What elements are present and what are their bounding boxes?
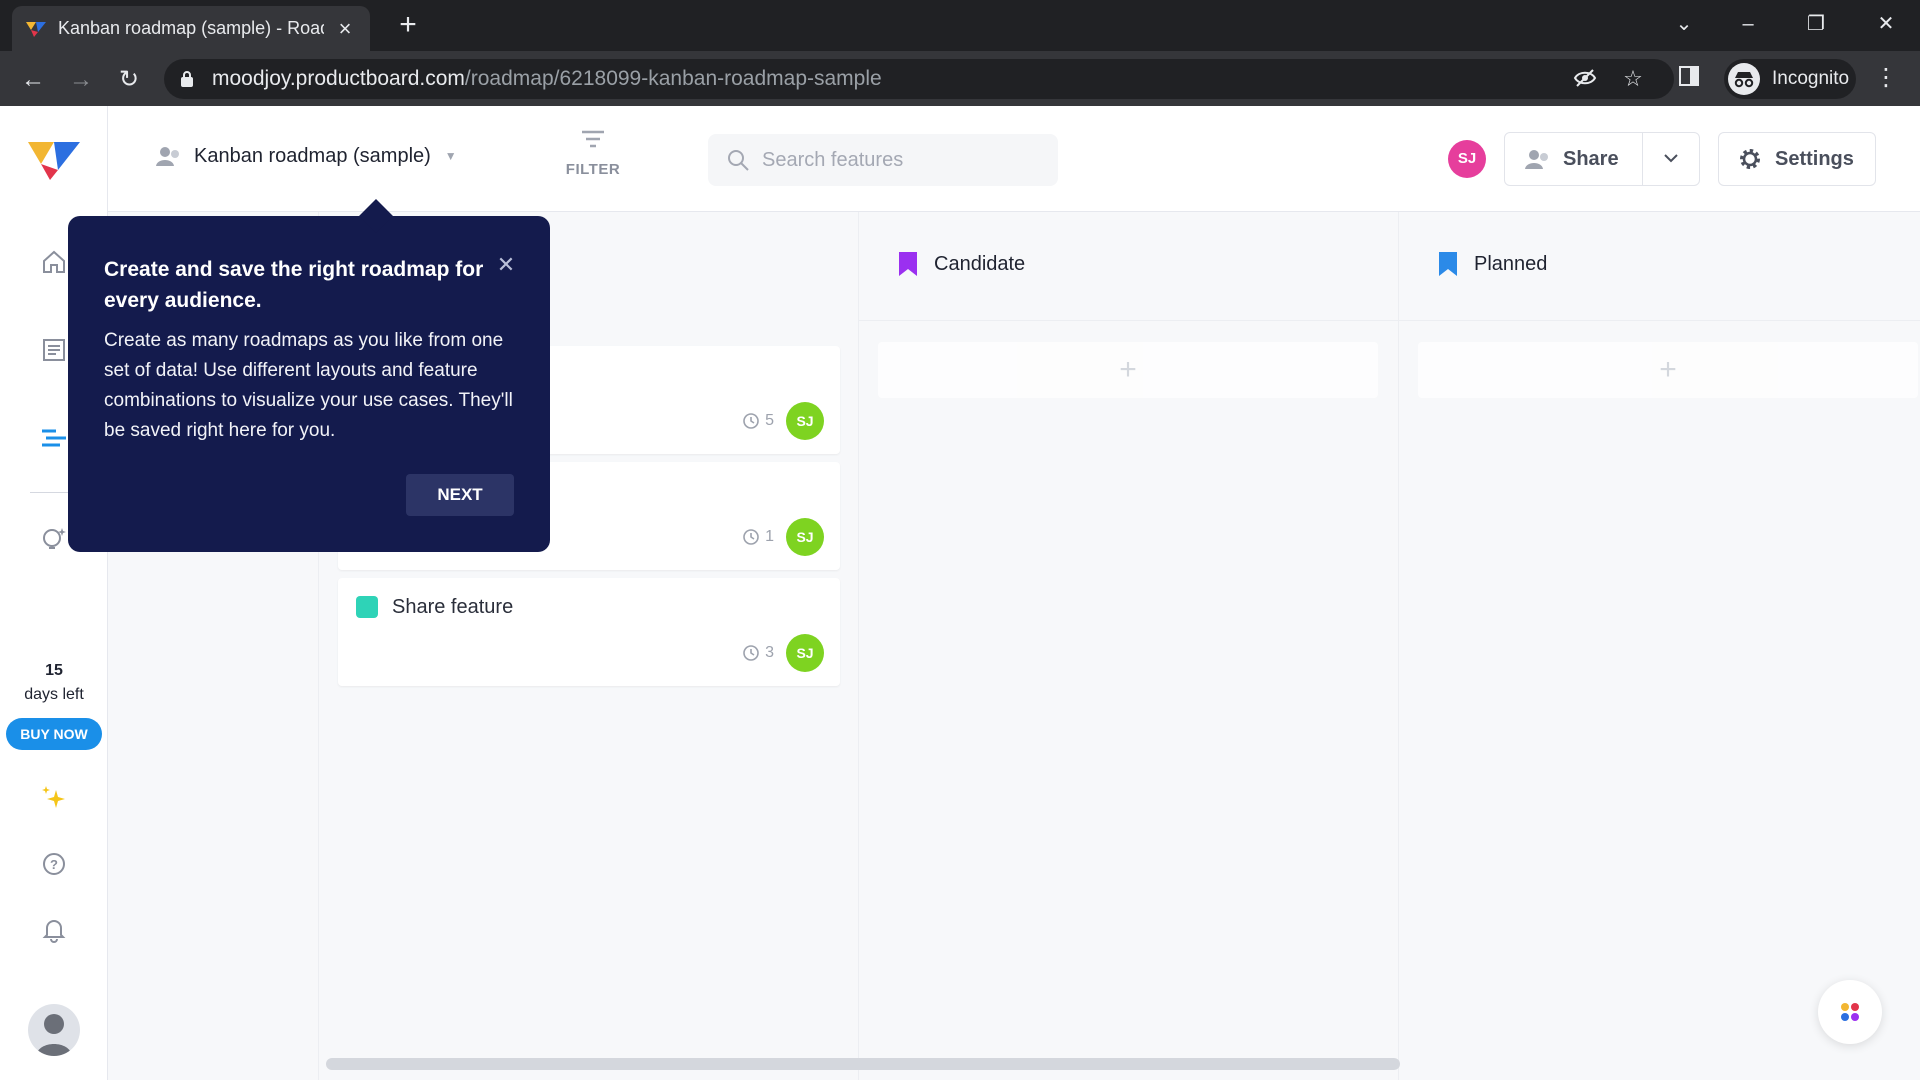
card-owner-avatar[interactable]: SJ bbox=[786, 634, 824, 672]
incognito-label: Incognito bbox=[1772, 68, 1850, 89]
card-effort-count: 1 bbox=[765, 528, 774, 545]
notifications-bell-icon[interactable] bbox=[38, 914, 70, 946]
add-feature-candidate-button[interactable]: + bbox=[878, 342, 1378, 398]
sparkle-icon[interactable] bbox=[38, 782, 70, 814]
filter-label: FILTER bbox=[565, 161, 621, 178]
roadmap-name: Kanban roadmap (sample) bbox=[194, 144, 431, 167]
trial-days-count: 15 bbox=[45, 662, 63, 679]
column-header-divider bbox=[858, 320, 1920, 321]
column-divider bbox=[858, 212, 859, 1080]
clock-icon bbox=[743, 413, 759, 429]
user-avatar[interactable] bbox=[28, 1004, 80, 1056]
url-path: /roadmap/6218099-kanban-roadmap-sample bbox=[464, 67, 882, 90]
bookmark-star-icon[interactable]: ☆ bbox=[1620, 66, 1646, 92]
card-effort-count: 5 bbox=[765, 412, 774, 429]
card-meta: 1 SJ bbox=[742, 518, 824, 556]
browser-menu-icon[interactable]: ⋮ bbox=[1874, 63, 1898, 92]
insights-bulb-icon[interactable] bbox=[38, 524, 70, 556]
card-effort-count: 3 bbox=[765, 644, 774, 661]
planned-flag-icon bbox=[1439, 252, 1457, 276]
help-icon[interactable]: ? bbox=[38, 848, 70, 880]
productboard-favicon-icon bbox=[26, 21, 46, 37]
settings-label: Settings bbox=[1775, 147, 1854, 170]
restore-icon[interactable]: ❐ bbox=[1796, 8, 1836, 40]
roadmap-caret-icon: ▼ bbox=[444, 149, 457, 163]
new-tab-icon[interactable]: + bbox=[392, 10, 424, 42]
minimize-icon[interactable]: – bbox=[1728, 8, 1768, 40]
reload-icon[interactable]: ↻ bbox=[112, 63, 146, 97]
feature-card[interactable]: Share feature 3 SJ bbox=[338, 578, 840, 686]
popover-body: Create as many roadmaps as you like from… bbox=[104, 330, 513, 441]
side-panel-icon[interactable] bbox=[1676, 65, 1702, 91]
users-icon bbox=[156, 147, 179, 166]
back-icon[interactable]: ← bbox=[16, 63, 50, 97]
horizontal-scrollbar[interactable] bbox=[326, 1058, 1400, 1070]
share-button[interactable]: Share bbox=[1505, 133, 1643, 185]
card-meta: 3 SJ bbox=[742, 634, 824, 672]
column-header-candidate[interactable]: Candidate bbox=[898, 252, 1025, 276]
buy-now-button[interactable]: BUY NOW bbox=[6, 718, 102, 750]
candidate-flag-icon bbox=[899, 252, 917, 276]
card-owner-avatar[interactable]: SJ bbox=[786, 402, 824, 440]
share-dropdown-chevron-icon[interactable] bbox=[1643, 150, 1699, 168]
card-meta: 5 SJ bbox=[742, 402, 824, 440]
filter-button[interactable]: FILTER bbox=[558, 128, 628, 178]
tab-close-icon[interactable]: × bbox=[334, 16, 356, 42]
header-user-avatar[interactable]: SJ bbox=[1448, 140, 1486, 178]
search-placeholder: Search features bbox=[762, 148, 904, 171]
search-icon bbox=[728, 150, 749, 171]
roadmap-selector[interactable]: Kanban roadmap (sample) ▼ bbox=[156, 144, 457, 168]
add-feature-planned-button[interactable]: + bbox=[1418, 342, 1918, 398]
popover-next-button[interactable]: NEXT bbox=[406, 474, 514, 516]
browser-tabstrip: Kanban roadmap (sample) - Roadmap × + ⌄ … bbox=[0, 0, 1920, 51]
forward-icon[interactable]: → bbox=[64, 63, 98, 97]
notes-icon[interactable] bbox=[38, 334, 70, 366]
share-users-icon bbox=[1525, 150, 1548, 169]
column-title-planned: Planned bbox=[1474, 252, 1548, 275]
url-host: moodjoy.productboard.com bbox=[212, 67, 465, 90]
eye-off-icon[interactable] bbox=[1572, 66, 1598, 92]
apps-launcher-button[interactable] bbox=[1818, 980, 1882, 1044]
browser-tab[interactable]: Kanban roadmap (sample) - Roadmap × bbox=[12, 6, 370, 51]
popover-title: Create and save the right roadmap for ev… bbox=[104, 258, 484, 312]
card-owner-avatar[interactable]: SJ bbox=[786, 518, 824, 556]
close-window-icon[interactable]: ✕ bbox=[1866, 8, 1906, 40]
search-features-input[interactable]: Search features bbox=[708, 134, 1058, 186]
share-button-group: Share bbox=[1504, 132, 1700, 186]
productboard-logo-icon[interactable] bbox=[26, 136, 82, 184]
share-label: Share bbox=[1563, 147, 1619, 170]
incognito-badge[interactable]: Incognito bbox=[1724, 59, 1856, 99]
card-color-dot bbox=[356, 596, 378, 618]
roadmap-icon[interactable] bbox=[38, 422, 70, 454]
apps-grid-icon bbox=[1841, 1003, 1859, 1021]
onboarding-popover: Create and save the right roadmap for ev… bbox=[68, 199, 550, 552]
svg-text:?: ? bbox=[50, 857, 58, 872]
clock-icon bbox=[743, 529, 759, 545]
popover-close-icon[interactable]: ✕ bbox=[494, 252, 518, 278]
clock-icon bbox=[743, 645, 759, 661]
column-divider bbox=[1398, 212, 1399, 1080]
filter-icon bbox=[582, 130, 604, 148]
settings-button[interactable]: Settings bbox=[1718, 132, 1876, 186]
column-title-candidate: Candidate bbox=[934, 252, 1026, 275]
tab-search-icon[interactable]: ⌄ bbox=[1664, 8, 1704, 40]
trial-days-label: days left bbox=[24, 686, 84, 703]
roadmap-header: Kanban roadmap (sample) ▼ FILTER Search … bbox=[108, 106, 1920, 212]
lock-icon bbox=[181, 71, 193, 87]
gear-icon bbox=[1740, 149, 1760, 169]
address-bar[interactable]: moodjoy.productboard.com/roadmap/6218099… bbox=[164, 59, 1674, 99]
card-title: Share feature bbox=[392, 596, 514, 618]
home-icon[interactable] bbox=[38, 246, 70, 278]
incognito-icon bbox=[1728, 63, 1760, 95]
tab-title: Kanban roadmap (sample) - Roadmap bbox=[58, 18, 324, 38]
column-header-planned[interactable]: Planned bbox=[1438, 252, 1547, 276]
browser-toolbar: ← → ↻ moodjoy.productboard.com/roadmap/6… bbox=[0, 51, 1920, 106]
